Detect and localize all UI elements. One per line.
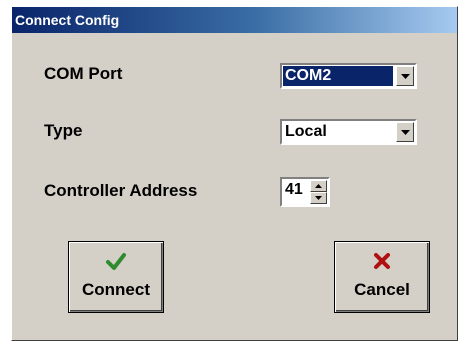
controller-address-spinner[interactable]: 41	[280, 177, 330, 207]
type-dropdown-button[interactable]	[396, 122, 414, 142]
com-port-dropdown-button[interactable]	[396, 66, 414, 86]
cancel-button-label: Cancel	[354, 280, 410, 299]
type-label: Type	[44, 121, 83, 140]
controller-address-label: Controller Address	[44, 181, 198, 200]
connect-button-label: Connect	[82, 280, 150, 299]
window-title: Connect Config	[15, 12, 120, 28]
arrow-down-icon	[315, 196, 322, 200]
connect-config-dialog: Connect Config COM Port COM2 Type Local …	[11, 6, 458, 341]
arrow-up-icon	[315, 184, 322, 188]
spin-down-button[interactable]	[310, 192, 327, 204]
connect-button[interactable]: Connect	[68, 241, 164, 313]
com-port-dropdown[interactable]: COM2	[280, 63, 417, 89]
cancel-button[interactable]: Cancel	[334, 241, 430, 313]
spin-up-button[interactable]	[310, 180, 327, 192]
controller-address-value[interactable]: 41	[285, 181, 303, 199]
com-port-value: COM2	[283, 66, 393, 86]
title-bar: Connect Config	[12, 7, 457, 33]
chevron-down-icon	[401, 74, 410, 79]
type-dropdown[interactable]: Local	[280, 119, 417, 145]
com-port-label: COM Port	[44, 64, 123, 83]
chevron-down-icon	[401, 130, 410, 135]
type-value: Local	[285, 123, 327, 140]
checkmark-icon	[106, 253, 126, 270]
x-icon	[374, 253, 390, 269]
